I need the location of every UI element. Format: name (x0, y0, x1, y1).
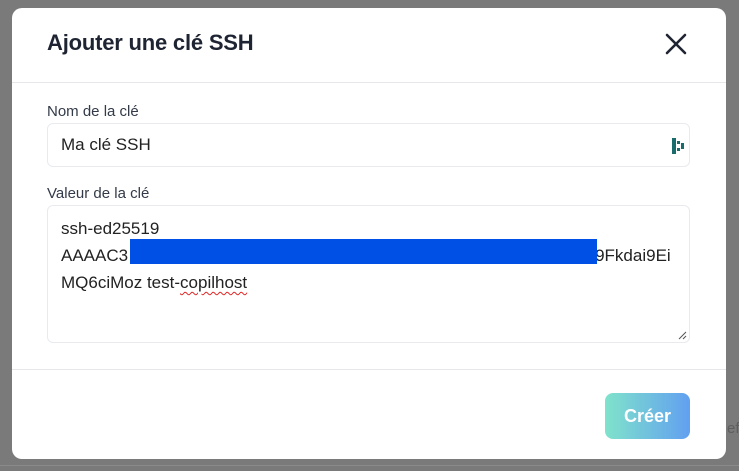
backdrop-text: eff (727, 420, 739, 437)
backdrop-divider (0, 465, 739, 466)
close-icon (665, 33, 687, 55)
modal-title: Ajouter une clé SSH (47, 30, 254, 55)
key-line-1: ssh-ed25519 (61, 219, 160, 238)
key-line-2-start: AAAAC3 (61, 246, 129, 265)
modal-footer: Créer (12, 370, 726, 460)
password-manager-icon[interactable] (672, 138, 686, 154)
key-value-textarea[interactable]: ssh-ed25519 AAAAC3 9Fkdai9Ei MQ6ciMoz tes… (47, 205, 690, 343)
key-line-2-end: 9Fkdai9Ei (595, 246, 671, 265)
key-value-label: Valeur de la clé (47, 185, 150, 202)
spellcheck-flagged-word: copilhost (180, 273, 248, 292)
key-line-3-start: MQ6ciMoz test- (61, 273, 181, 292)
resize-grip-icon[interactable] (678, 331, 687, 340)
add-ssh-key-modal: Ajouter une clé SSH Nom de la clé Valeur… (12, 8, 726, 459)
close-button[interactable] (664, 32, 688, 56)
create-button[interactable]: Créer (605, 393, 690, 439)
modal-header: Ajouter une clé SSH (12, 8, 726, 83)
modal-body: Nom de la clé Valeur de la clé ssh-ed255… (12, 83, 726, 370)
key-line-3: MQ6ciMoz test-copilhost (61, 269, 676, 296)
key-name-input[interactable] (47, 123, 690, 167)
redaction-block (130, 239, 597, 264)
key-name-label: Nom de la clé (47, 103, 139, 120)
